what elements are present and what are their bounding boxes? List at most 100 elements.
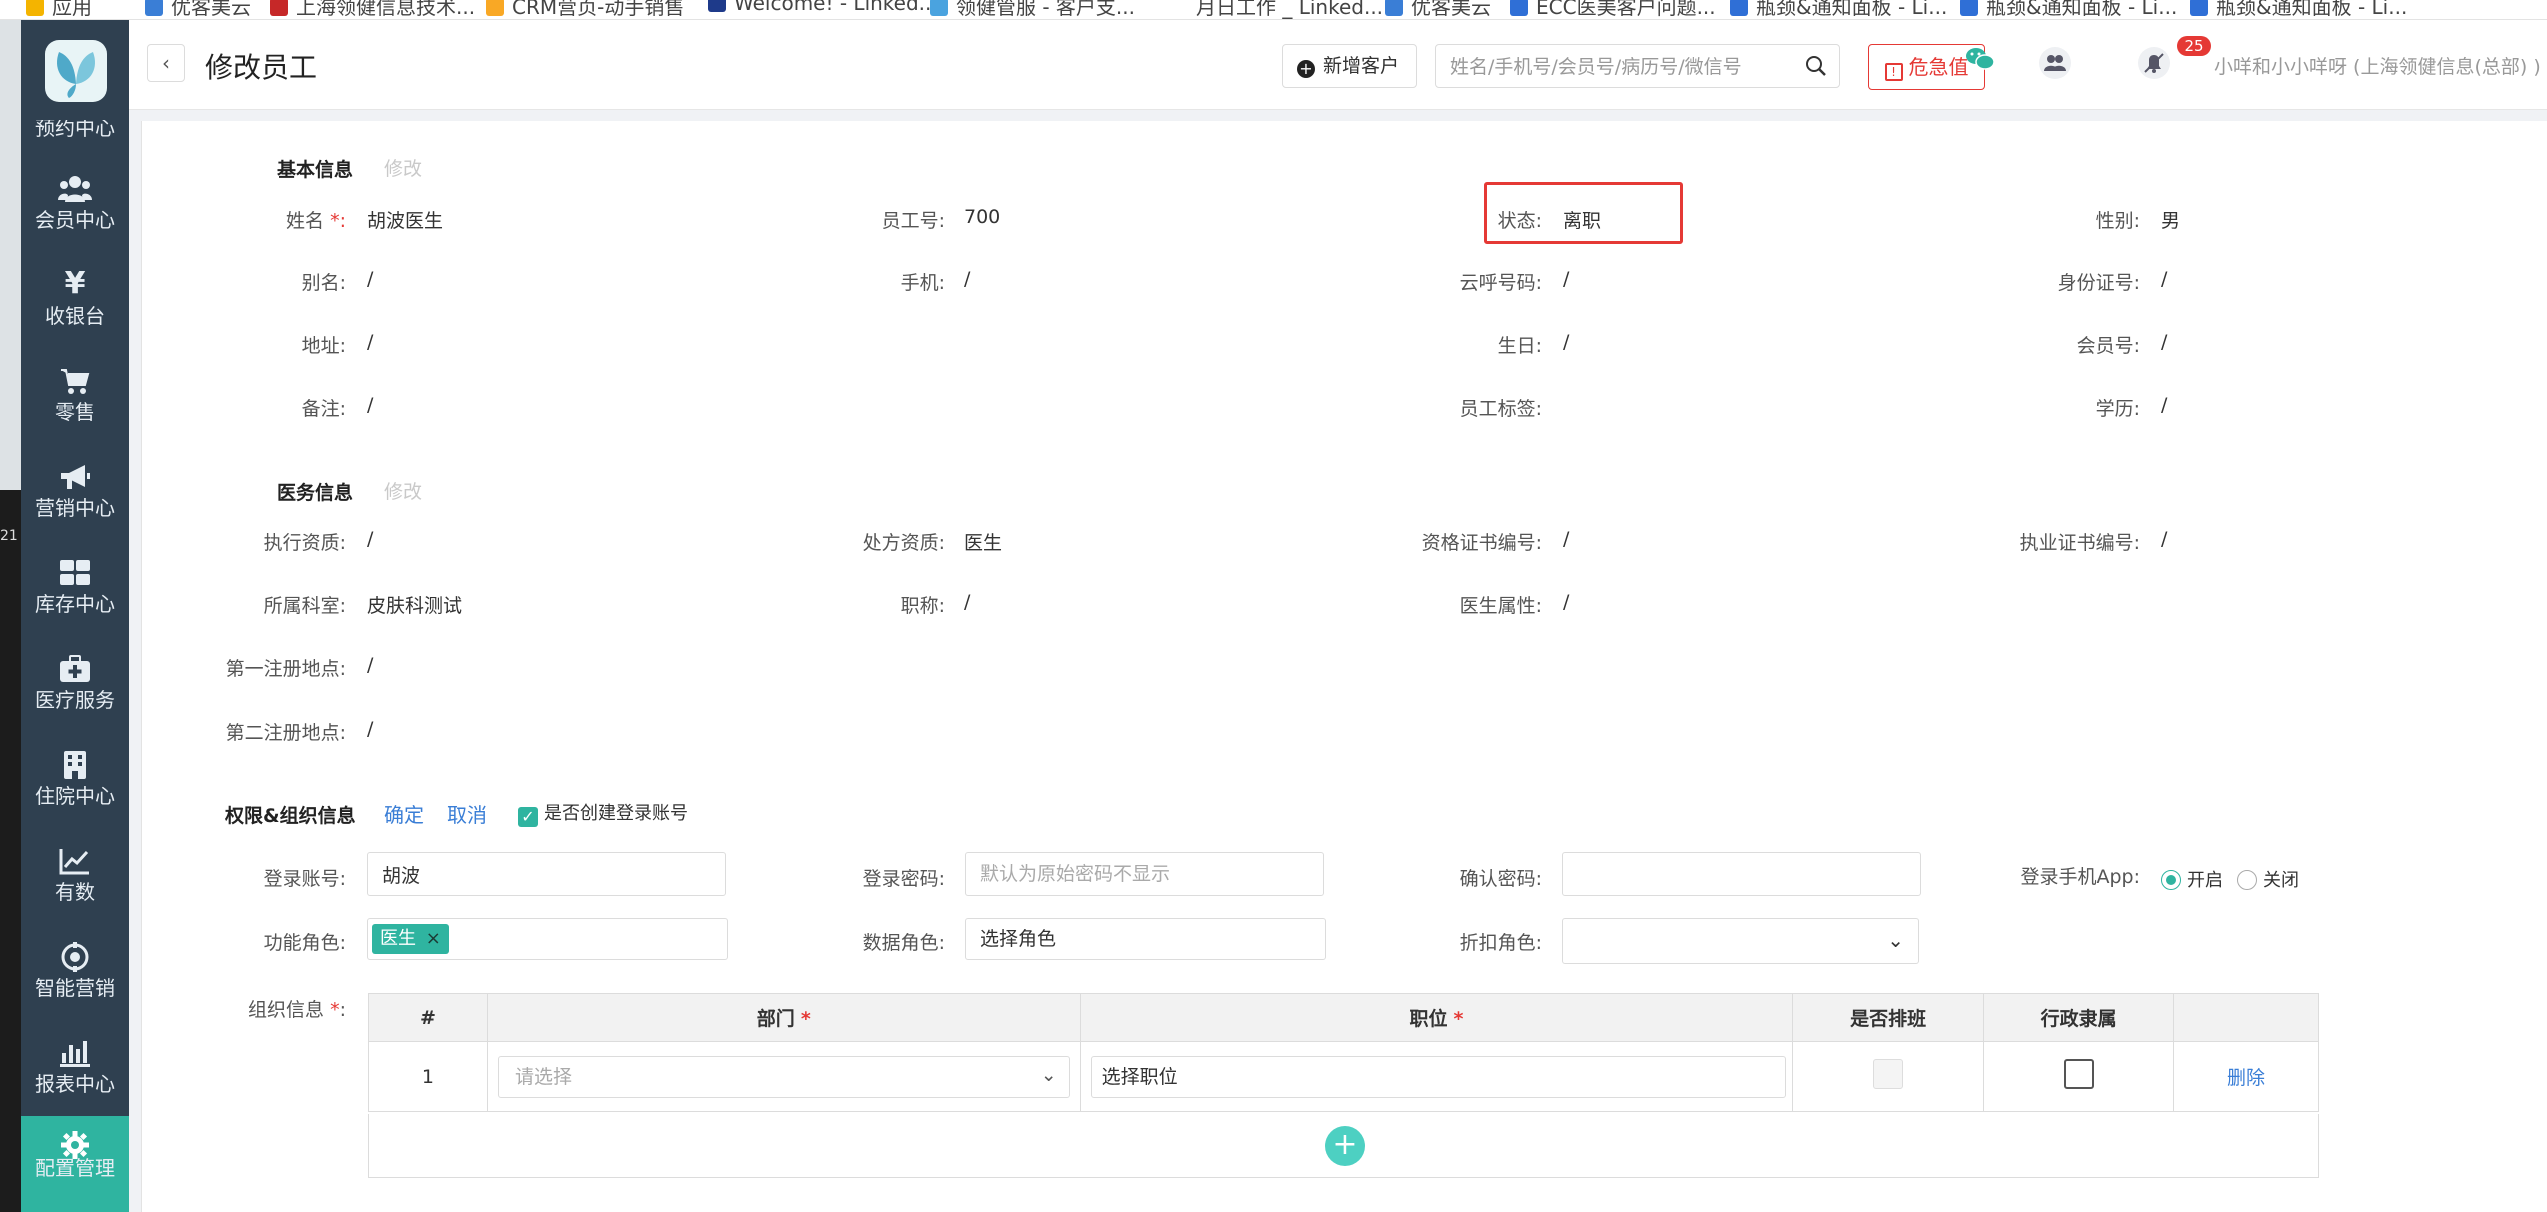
department-value: 皮肤科测试 [367,595,463,617]
login-account-input[interactable] [367,852,726,896]
password-input[interactable] [965,852,1324,896]
sidebar-item-label: 会员中心 [35,208,115,232]
sidebar-item-medical[interactable]: 医疗服务 [21,648,129,744]
status-value: 离职 [1563,210,1602,232]
doctor-attr-label: 医生属性: [1459,595,1542,617]
cancel-link[interactable]: 取消 [447,799,487,828]
org-info-label-text: 组织信息 [248,999,325,1021]
sidebar-item-label: 智能营销 [35,976,115,1000]
bookmark-item[interactable]: 领健管服 - 客户支... [930,0,1136,19]
bookmark-label: 领健管服 - 客户支... [956,0,1136,19]
sidebar-item-label: 收银台 [45,304,105,328]
mobile-app-on-radio[interactable]: 开启 [2161,866,2223,892]
bookmark-item[interactable]: 月日工作 _ Linked... [1170,0,1384,19]
remark-value: / [367,394,374,416]
bookmark-item[interactable]: 优客美云 [145,0,251,19]
alert-box-icon: ! [1884,63,1903,81]
mobile-app-off-radio[interactable]: 关闭 [2237,866,2299,892]
sidebar-item-retail[interactable]: 零售 [21,360,129,456]
bookmark-label: 优客美云 [1411,0,1491,19]
practice-qual-label: 执行资质: [263,532,346,554]
discount-role-select[interactable]: ⌄ [1562,918,1919,964]
gender-value: 男 [2161,210,2181,232]
dept-select[interactable]: 请选择 ⌄ [497,1055,1070,1098]
create-account-checkbox[interactable]: ✓ 是否创建登录账号 [518,799,688,827]
search-icon[interactable] [1805,55,1827,77]
radio-selected-icon [2161,870,2181,890]
bookmark-label: ECC医美客户问题... [1536,0,1716,19]
back-button[interactable]: ‹ [147,44,185,82]
sidebar-item-reports[interactable]: 报表中心 [21,1032,129,1128]
bookmark-item[interactable]: Welcome! - Linked... [708,0,938,15]
confirm-password-input[interactable] [1562,852,1921,896]
basic-info-title: 基本信息 [277,159,354,181]
id-card-label: 身份证号: [2057,272,2140,294]
sidebar-item-smart-marketing[interactable]: 智能营销 [21,936,129,1032]
bookmark-item[interactable]: 应用 [26,0,92,19]
add-row-area: + [368,1114,2319,1178]
add-row-button[interactable]: + [1325,1126,1365,1166]
sidebar-item-label: 有数 [55,880,95,904]
col-department: 部门 * [486,993,1081,1042]
data-role-label: 数据角色: [862,932,945,954]
team-icon[interactable] [2035,46,2075,86]
bookmark-item[interactable]: CRM营页-动手销售 [486,0,684,19]
tags-label: 员工标签: [1459,398,1542,420]
data-role-select[interactable]: 选择角色 [965,918,1326,960]
confirm-link[interactable]: 确定 [384,799,424,828]
basic-info-edit-link[interactable]: 修改 [384,154,422,181]
bookmark-label: 瓶颈&通知面板 - Li... [1986,0,2178,19]
name-label: 姓名 *: [286,206,346,233]
position-select[interactable]: 选择职位 [1090,1055,1787,1098]
position-placeholder: 选择职位 [1101,1065,1178,1088]
sidebar-item-members[interactable]: 会员中心 [21,168,129,264]
wechat-icon[interactable] [1960,46,2000,86]
func-role-tag-label: 医生 [380,928,416,949]
sidebar-item-marketing[interactable]: 营销中心 [21,456,129,552]
phone-value: / [964,268,971,290]
bookmark-item[interactable]: 瓶颈&通知面板 - Li... [1960,0,2178,19]
sidebar-item-settings[interactable]: 配置管理 [21,1116,129,1212]
target-icon [21,936,129,976]
bookmark-label: 月日工作 _ Linked... [1196,0,1384,19]
education-value: / [2161,394,2168,416]
func-role-label: 功能角色: [263,932,346,954]
medical-info-edit-link[interactable]: 修改 [384,477,422,504]
status-label: 状态: [1497,210,1542,232]
search-input[interactable] [1450,53,1790,81]
users-icon [21,168,129,208]
bookmark-item[interactable]: 瓶颈&通知面板 - Li... [2190,0,2407,19]
user-menu[interactable]: 小咩和小小咩呀 (上海领健信息(总部) )⌄ [2214,52,2547,79]
required-star: *: [330,210,346,232]
bookmark-label: 上海领健信息技术... [296,0,476,19]
butterfly-logo-icon [45,40,107,102]
bookmark-label: 瓶颈&通知面板 - Li... [1756,0,1948,19]
sidebar-item-inpatient[interactable]: 住院中心 [21,744,129,840]
sidebar-item-label: 预约中心 [35,120,115,140]
bookmark-item[interactable]: ECC医美客户问题... [1510,0,1716,19]
col-admin: 行政隶属 [1983,993,2175,1042]
prescription-qual-label: 处方资质: [862,532,945,554]
cert-no-label: 资格证书编号: [1421,532,1542,554]
bookmark-item[interactable]: 瓶颈&通知面板 - Li... [1730,0,1948,19]
bookmark-item[interactable]: 优客美云 [1385,0,1491,19]
education-label: 学历: [2095,398,2140,420]
col-index: # [368,993,488,1042]
first-reg-label: 第一注册地点: [225,658,346,680]
delete-link[interactable]: 删除 [2227,1067,2265,1089]
second-reg-value: / [367,718,374,740]
tag-close-icon[interactable]: × [426,928,441,949]
add-customer-button[interactable]: + 新增客户 [1282,44,1417,88]
admin-checkbox[interactable] [2063,1059,2094,1089]
plus-icon: + [1332,1127,1358,1162]
sidebar-item-analytics[interactable]: 有数 [21,840,129,936]
mobile-app-off-label: 关闭 [2263,870,2300,891]
cart-icon [21,360,129,400]
gender-label: 性别: [2095,210,2140,232]
bookmark-item[interactable]: 上海领健信息技术... [270,0,476,19]
bell-muted-icon[interactable] [2134,46,2174,86]
sidebar-item-inventory[interactable]: 库存中心 [21,552,129,648]
scheduling-checkbox [1873,1059,1904,1089]
sidebar-item-appointment[interactable]: 预约中心 [21,120,129,142]
sidebar-item-cashier[interactable]: ¥ 收银台 [21,264,129,360]
